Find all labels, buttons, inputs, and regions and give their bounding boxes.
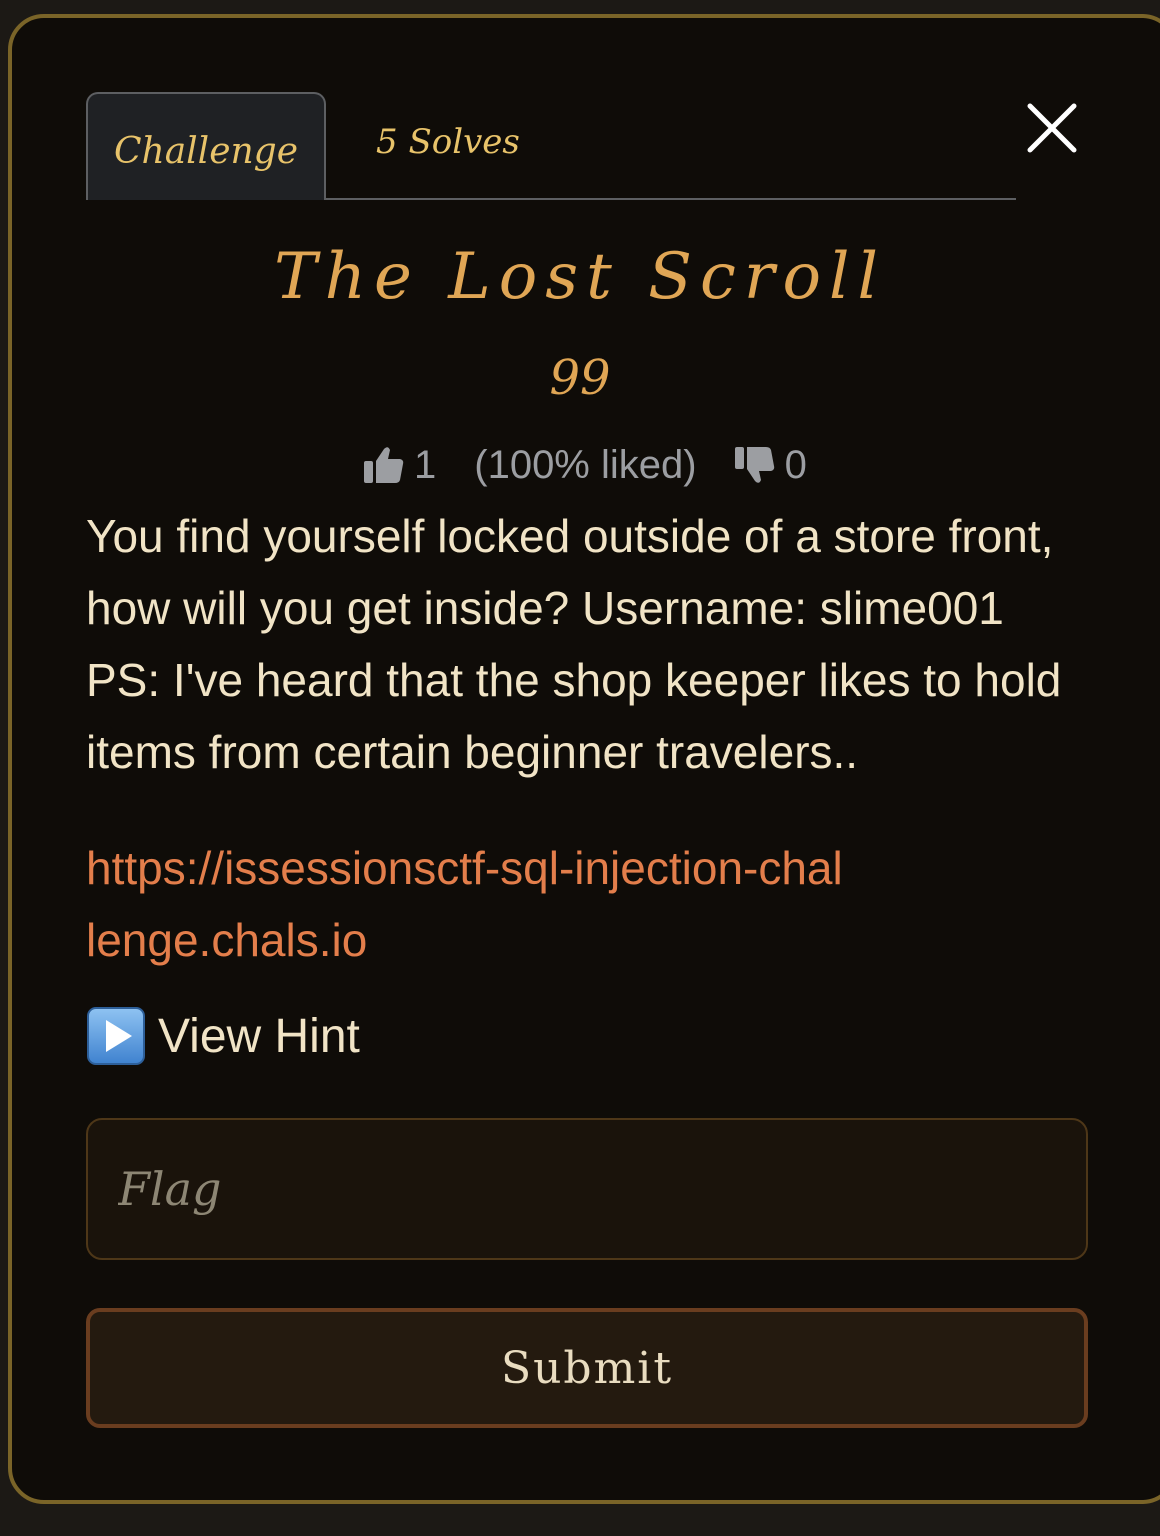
view-hint-button[interactable]: View Hint (86, 1006, 360, 1066)
thumbs-down-icon[interactable] (733, 443, 777, 487)
challenge-points: 99 (549, 350, 611, 406)
flag-input[interactable] (86, 1118, 1088, 1260)
dislikes-count: 0 (784, 442, 807, 487)
vote-summary: 1 (100% liked) 0 (362, 438, 807, 492)
tab-bar: Challenge 5 Solves (86, 92, 1016, 200)
likes-count: 1 (414, 442, 437, 487)
submit-button[interactable]: Submit (86, 1308, 1088, 1428)
close-button[interactable] (1026, 102, 1078, 154)
challenge-link[interactable]: https://issessionsctf-sql-injection-chal… (86, 832, 846, 976)
view-hint-label: View Hint (158, 1009, 360, 1063)
tab-solves-label: 5 Solves (376, 122, 520, 162)
tab-challenge-label: Challenge (113, 130, 299, 172)
play-icon (87, 1007, 145, 1065)
submit-label: Submit (500, 1342, 674, 1394)
challenge-description: You find yourself locked outside of a st… (86, 510, 1062, 778)
challenge-title: The Lost Scroll (274, 240, 886, 314)
close-icon (1027, 103, 1077, 153)
tab-underline (326, 198, 1016, 200)
thumbs-up-icon[interactable] (362, 443, 406, 487)
liked-percent: (100% liked) (474, 442, 697, 487)
tab-solves[interactable]: 5 Solves (376, 122, 520, 162)
tab-challenge[interactable]: Challenge (86, 92, 326, 200)
